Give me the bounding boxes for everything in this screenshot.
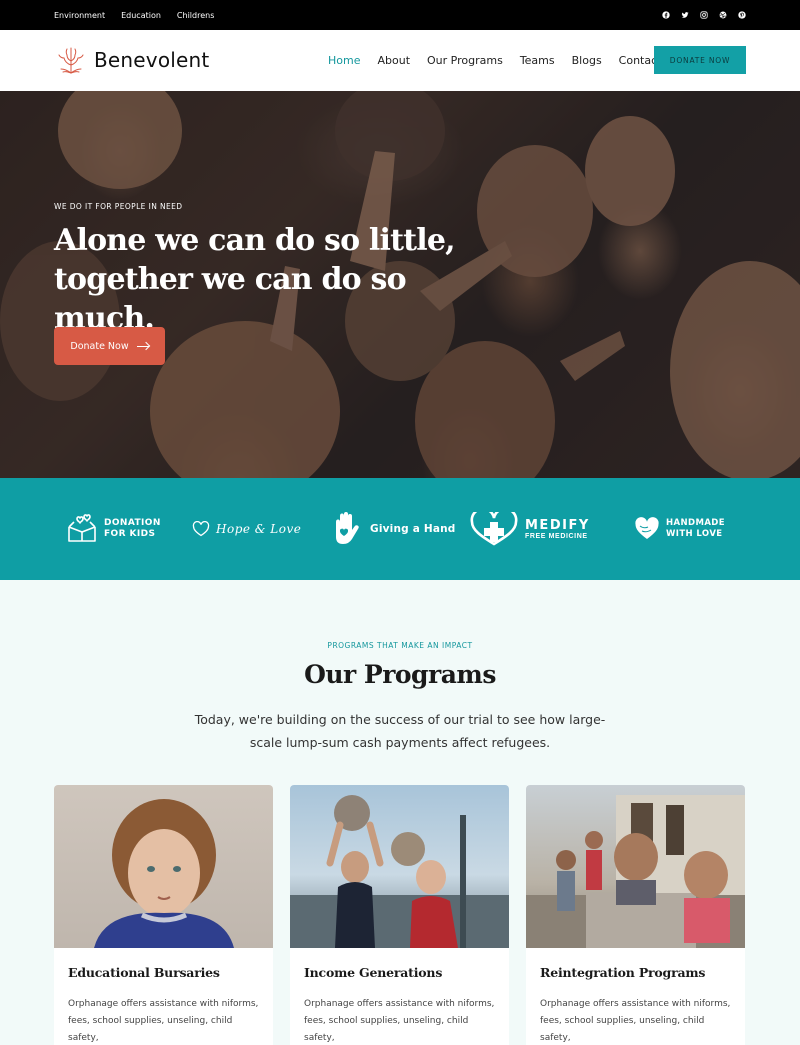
top-bar: Environment Education Childrens (0, 0, 800, 30)
partner-hope-love: Hope & Love (192, 478, 301, 580)
arrow-right-icon (136, 345, 149, 347)
medify-subtitle: FREE MEDICINE (525, 532, 588, 540)
donation-for-kids-text: DONATION FOR KIDS (104, 518, 161, 539)
nav-our-programs[interactable]: Our Programs (427, 54, 503, 67)
top-links: Environment Education Childrens (54, 0, 214, 30)
program-image-village-kids (526, 785, 745, 948)
heart-filled-icon (635, 517, 659, 539)
tree-logo-icon (58, 47, 84, 74)
top-link-education[interactable]: Education (121, 11, 161, 20)
handmade-text: HANDMADE WITH LOVE (666, 518, 725, 539)
hero-banner: WE DO IT FOR PEOPLE IN NEED Alone we can… (0, 91, 800, 478)
boys-with-balls-illustration (290, 795, 509, 948)
dribbble-icon[interactable] (719, 11, 727, 19)
partner-medify: MEDIFY FREE MEDICINE (469, 478, 590, 580)
program-card-title: Reintegration Programs (540, 965, 706, 980)
hero-title: Alone we can do so little, together we c… (54, 221, 494, 338)
main-nav: Home About Our Programs Teams Blogs Cont… (328, 30, 678, 91)
hero-kicker: WE DO IT FOR PEOPLE IN NEED (54, 202, 183, 211)
program-card-text: Orphanage offers assistance with niforms… (304, 999, 495, 1043)
top-link-environment[interactable]: Environment (54, 11, 105, 20)
nav-blogs[interactable]: Blogs (572, 54, 602, 67)
hero-title-line-2: together we can do so much. (54, 262, 407, 336)
partners-strip: DONATION FOR KIDS Hope & Love Giving a H… (0, 478, 800, 580)
partner-giving-a-hand: Giving a Hand (330, 478, 456, 580)
program-card-text: Orphanage offers assistance with niforms… (68, 999, 259, 1043)
hero-title-line-1: Alone we can do so little, (54, 223, 456, 258)
medify-text: MEDIFY FREE MEDICINE (525, 517, 590, 540)
nav-about[interactable]: About (377, 54, 410, 67)
partner-handmade-with-love: HANDMADE WITH LOVE (634, 478, 725, 580)
program-card-title: Educational Bursaries (68, 965, 220, 980)
nav-home[interactable]: Home (328, 54, 360, 67)
heart-outline-icon (192, 521, 210, 537)
medical-heart-icon (470, 512, 518, 546)
program-card-educational-bursaries[interactable]: Educational Bursaries Orphanage offers a… (54, 785, 273, 1045)
nav-teams[interactable]: Teams (520, 54, 555, 67)
social-links (662, 0, 746, 30)
hope-love-text: Hope & Love (216, 522, 302, 536)
donate-now-button[interactable]: DONATE NOW (654, 46, 746, 74)
site-header: Benevolent Home About Our Programs Teams… (0, 30, 800, 91)
instagram-icon[interactable] (700, 11, 708, 19)
logo-text: Benevolent (94, 48, 210, 72)
programs-kicker: PROGRAMS THAT MAKE AN IMPACT (327, 641, 473, 650)
program-image-football-boys (290, 785, 509, 948)
program-card-text: Orphanage offers assistance with niforms… (540, 999, 731, 1043)
giving-a-hand-text: Giving a Hand (370, 522, 456, 535)
programs-description: Today, we're building on the success of … (194, 712, 606, 750)
site-logo[interactable]: Benevolent (54, 43, 209, 77)
program-card-income-generations[interactable]: Income Generations Orphanage offers assi… (290, 785, 509, 1045)
hero-donate-button[interactable]: Donate Now (54, 327, 165, 365)
program-image-boy (54, 785, 273, 948)
program-card-title: Income Generations (304, 965, 443, 980)
facebook-icon[interactable] (662, 11, 670, 19)
hand-heart-icon (336, 512, 359, 544)
top-link-childrens[interactable]: Childrens (177, 11, 214, 20)
hero-donate-label: Donate Now (70, 340, 129, 352)
partner-donation-for-kids: DONATION FOR KIDS (66, 478, 161, 580)
boy-portrait-illustration (94, 799, 234, 948)
medify-title: MEDIFY (525, 517, 590, 533)
twitter-icon[interactable] (681, 11, 689, 19)
pinterest-icon[interactable] (738, 11, 746, 19)
program-card-reintegration-programs[interactable]: Reintegration Programs Orphanage offers … (526, 785, 745, 1045)
village-children-illustration (526, 795, 745, 948)
gift-box-icon (68, 514, 96, 542)
programs-title: Our Programs (304, 660, 496, 689)
